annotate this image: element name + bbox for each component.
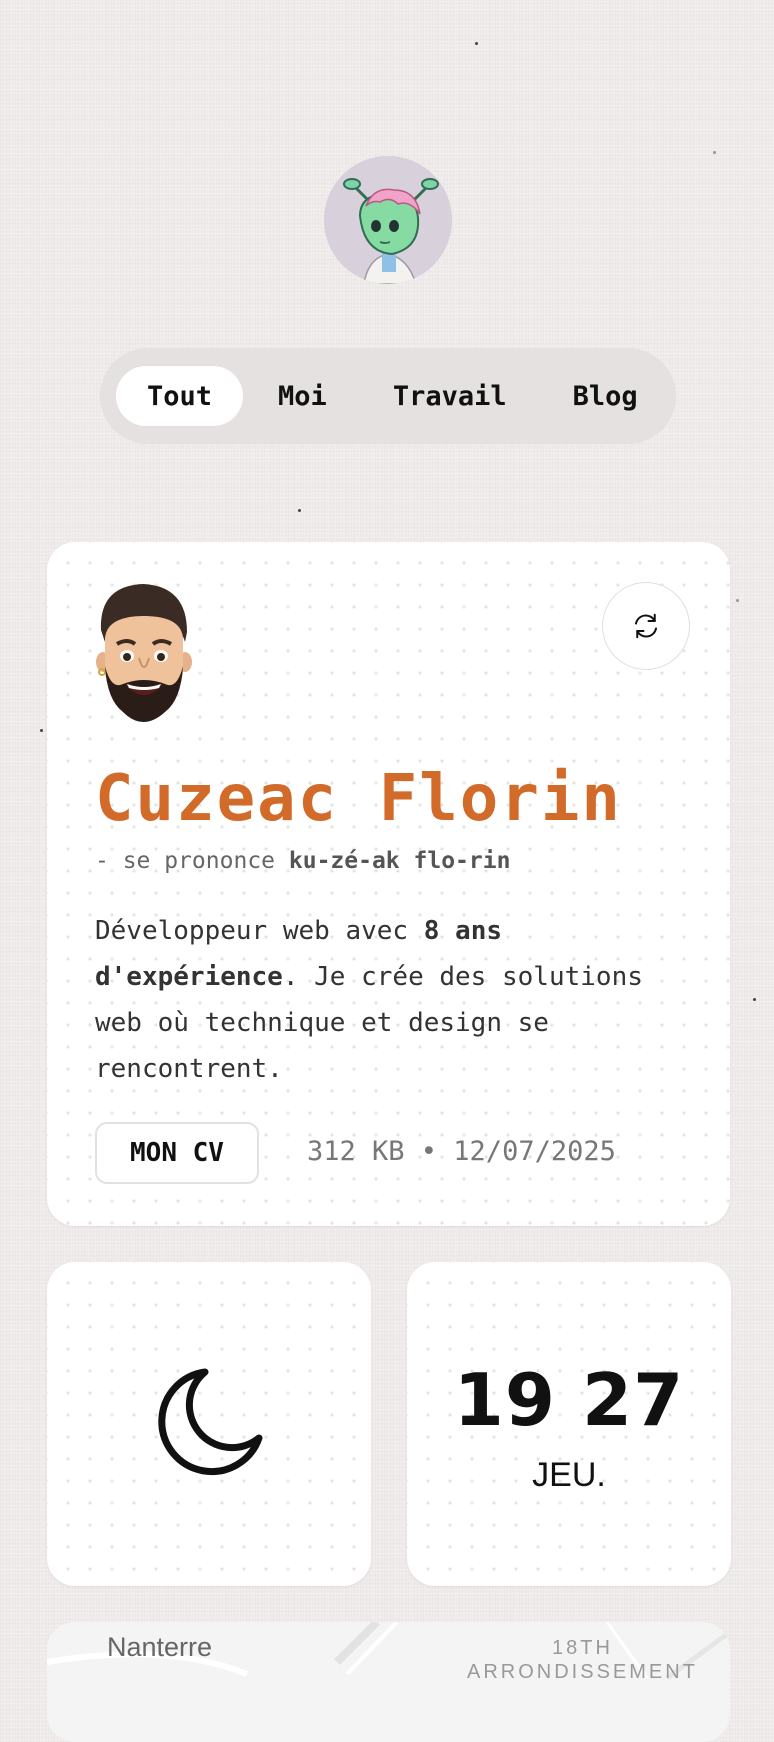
background-speck bbox=[753, 998, 756, 1001]
memoji-face-icon bbox=[96, 584, 192, 722]
clock-day: JEU. bbox=[532, 1456, 606, 1494]
cv-download-button[interactable]: MON CV bbox=[95, 1122, 259, 1184]
pronunciation: - se prononce ku-zé-ak flo-rin bbox=[95, 848, 510, 874]
profile-card: Cuzeac Florin - se prononce ku-zé-ak flo… bbox=[47, 542, 730, 1226]
pronunciation-value: ku-zé-ak flo-rin bbox=[288, 848, 511, 874]
clock-time: 19 27 bbox=[453, 1358, 685, 1442]
tab-travail[interactable]: Travail bbox=[362, 366, 538, 426]
tab-moi[interactable]: Moi bbox=[247, 366, 358, 426]
refresh-icon bbox=[635, 613, 657, 639]
site-avatar[interactable] bbox=[324, 156, 452, 284]
map-card[interactable]: Nanterre 18TH ARRONDISSEMENT bbox=[47, 1622, 730, 1742]
background-speck bbox=[298, 509, 301, 512]
map-district-line2: ARRONDISSEMENT bbox=[467, 1661, 698, 1683]
profile-bio: Développeur web avec 8 ans d'expérience.… bbox=[95, 908, 685, 1092]
filter-nav: Tout Moi Travail Blog bbox=[100, 348, 676, 444]
refresh-button[interactable] bbox=[602, 582, 690, 670]
map-district-line1: 18TH bbox=[552, 1637, 613, 1659]
cv-file-meta: 312 KB • 12/07/2025 bbox=[307, 1136, 616, 1167]
memoji-avatar bbox=[93, 580, 195, 728]
moon-icon bbox=[158, 1368, 263, 1475]
background-speck bbox=[40, 729, 43, 732]
tab-blog[interactable]: Blog bbox=[542, 366, 669, 426]
background-speck bbox=[736, 599, 739, 602]
bio-text: Développeur web avec bbox=[95, 916, 424, 946]
background-speck bbox=[475, 42, 478, 45]
profile-name: Cuzeac Florin bbox=[95, 762, 622, 836]
map-label-city: Nanterre bbox=[107, 1632, 213, 1662]
pronunciation-prefix: - se prononce bbox=[95, 848, 289, 874]
theme-toggle-card[interactable] bbox=[47, 1262, 371, 1586]
tab-tout[interactable]: Tout bbox=[116, 366, 244, 426]
background-speck bbox=[713, 151, 716, 154]
map-label-district: 18TH ARRONDISSEMENT bbox=[467, 1636, 698, 1684]
alien-avatar-icon bbox=[324, 156, 452, 284]
clock-card: 19 27 JEU. bbox=[407, 1262, 731, 1586]
